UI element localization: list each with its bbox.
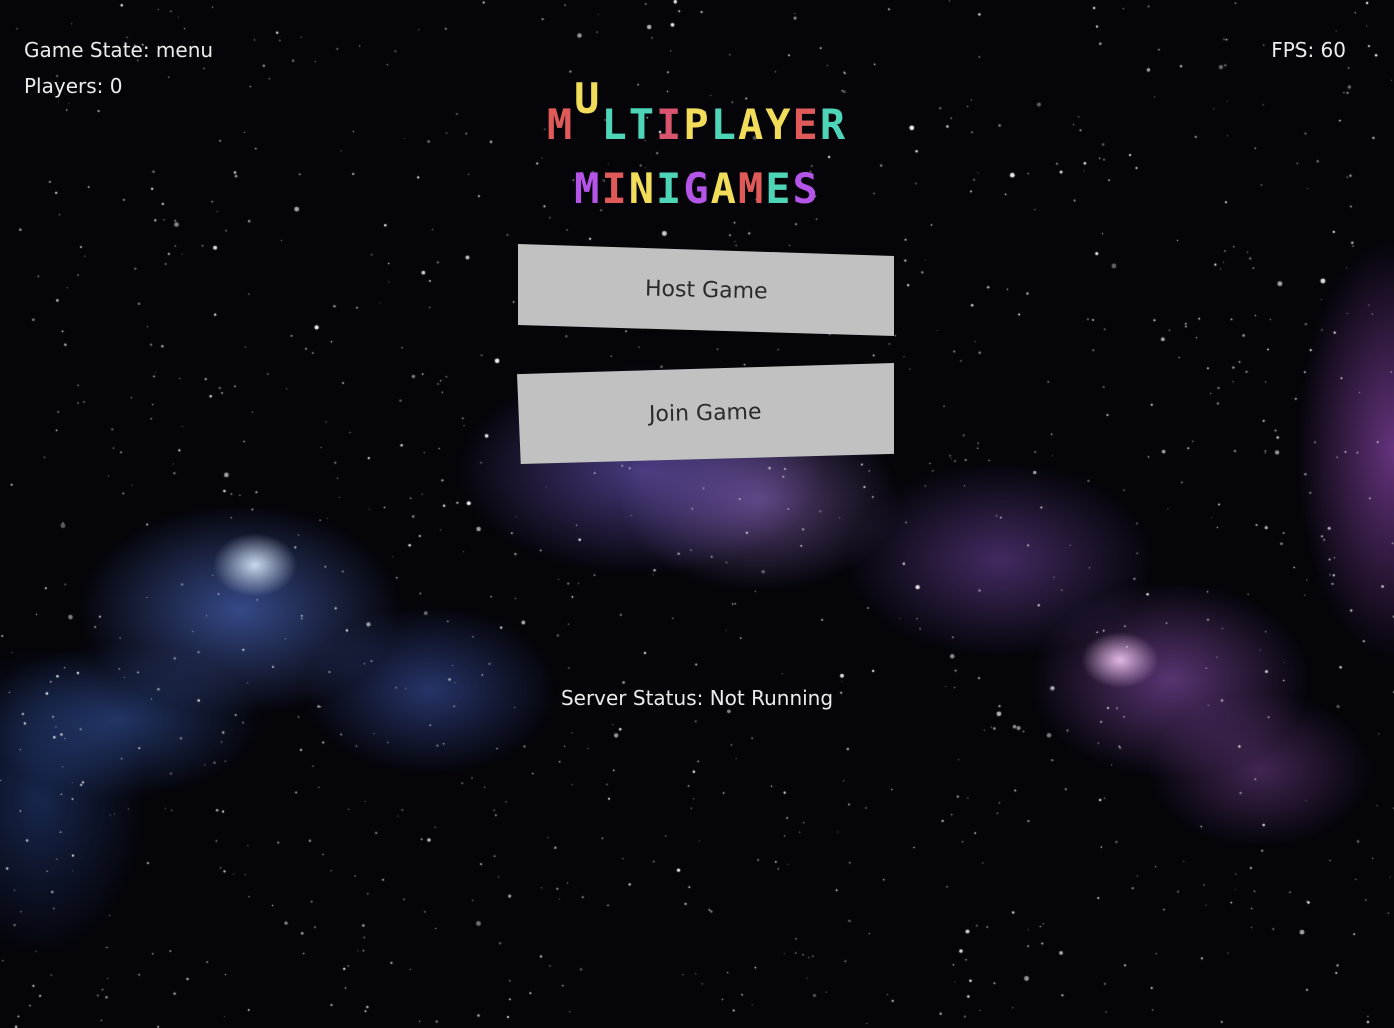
title-multiplayer-letter: M [546, 100, 575, 149]
title-minigames-letter: E [765, 164, 793, 213]
title-multiplayer-letter: P [683, 100, 711, 149]
title-multiplayer-letter: U [574, 74, 602, 123]
title-line-minigames: MINIGAMES [0, 154, 1394, 210]
title-minigames-letter: G [683, 164, 711, 213]
title-minigames-letter: M [574, 164, 602, 213]
title-multiplayer-letter: E [792, 100, 820, 149]
host-game-button[interactable]: Host Game [518, 244, 894, 336]
title-minigames-letter: M [737, 164, 766, 213]
title-minigames-letter: I [656, 164, 684, 213]
title-multiplayer-letter: L [710, 100, 738, 149]
game-canvas: Game State: menu Players: 0 FPS: 60 MULT… [0, 0, 1394, 1028]
game-state-text: Game State: menu [24, 38, 214, 62]
title-line-multiplayer: MULTIPLAYER [0, 78, 1394, 149]
game-title: MULTIPLAYER MINIGAMES [0, 78, 1394, 210]
host-game-label: Host Game [644, 276, 768, 304]
fps-counter: FPS: 60 [1271, 38, 1346, 62]
title-multiplayer-letter: T [628, 100, 657, 149]
title-minigames-letter: I [601, 164, 629, 213]
title-minigames-letter: N [628, 164, 657, 213]
title-multiplayer-letter: Y [765, 100, 793, 149]
server-status-text: Server Status: Not Running [560, 686, 834, 710]
join-game-label: Join Game [648, 399, 763, 428]
title-minigames-letter: S [792, 164, 820, 213]
title-multiplayer-letter: L [601, 100, 629, 149]
title-multiplayer-letter: A [737, 100, 766, 149]
title-multiplayer-letter: R [819, 100, 848, 149]
join-game-button[interactable]: Join Game [517, 363, 894, 464]
title-multiplayer-letter: I [656, 100, 684, 149]
title-minigames-letter: A [710, 164, 738, 213]
